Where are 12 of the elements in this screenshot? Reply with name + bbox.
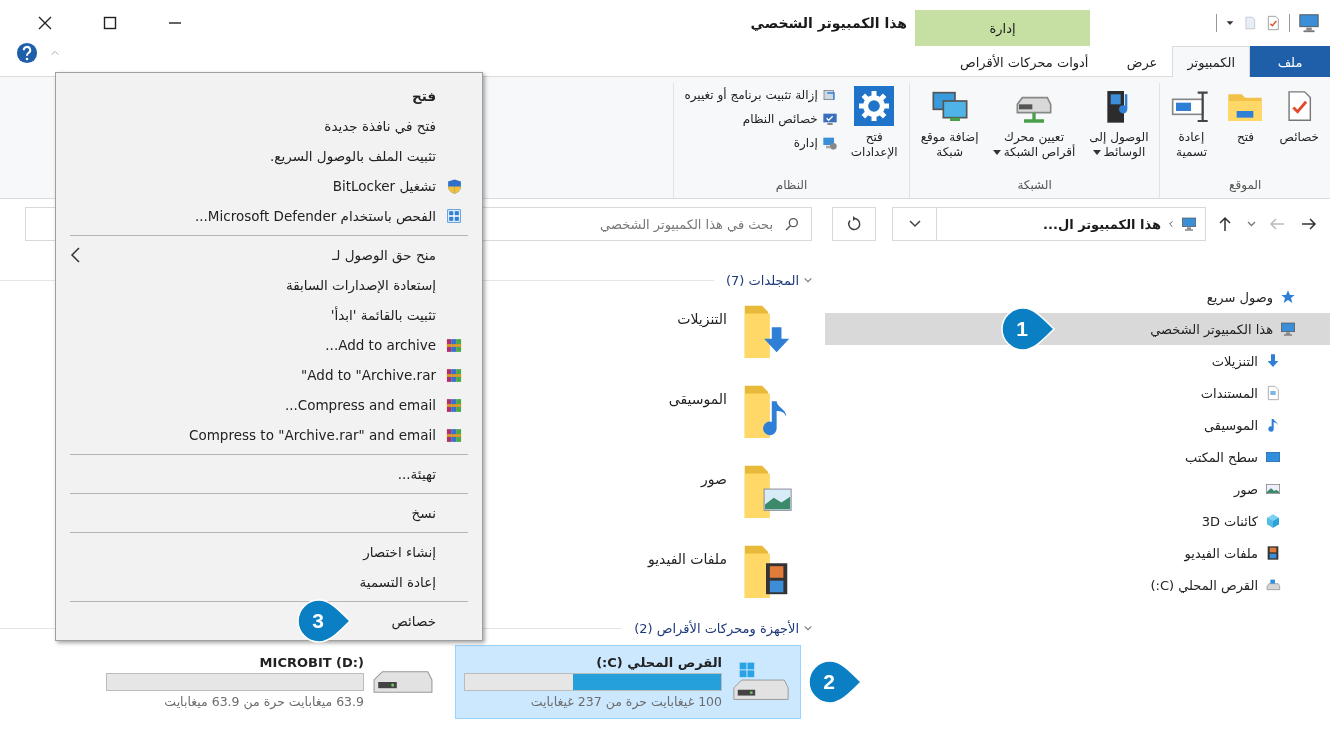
free-space-text: 100 غيغابايت حرة من 237 غيغابايت — [529, 694, 722, 709]
step-number-badge: 2 — [807, 659, 863, 705]
drive-name: القرص المحلي (C:) — [595, 655, 722, 670]
window-title: هذا الكمبيوتر الشخصي — [749, 15, 908, 31]
free-space-text: 63.9 ميغابايت حرة من 63.9 ميغابايت — [163, 694, 364, 709]
contextual-tab-header: إدارة — [915, 10, 1090, 46]
ribbon-group-label: الموقع — [1228, 177, 1263, 194]
ribbon-group-label: الشبكة — [1016, 177, 1053, 194]
step-number-badge: 1 — [1000, 306, 1056, 352]
drive-name: MICROBIT (D:) — [258, 655, 364, 670]
ribbon-group-label: النظام — [774, 177, 809, 194]
step-number-badge: 3 — [296, 598, 352, 644]
